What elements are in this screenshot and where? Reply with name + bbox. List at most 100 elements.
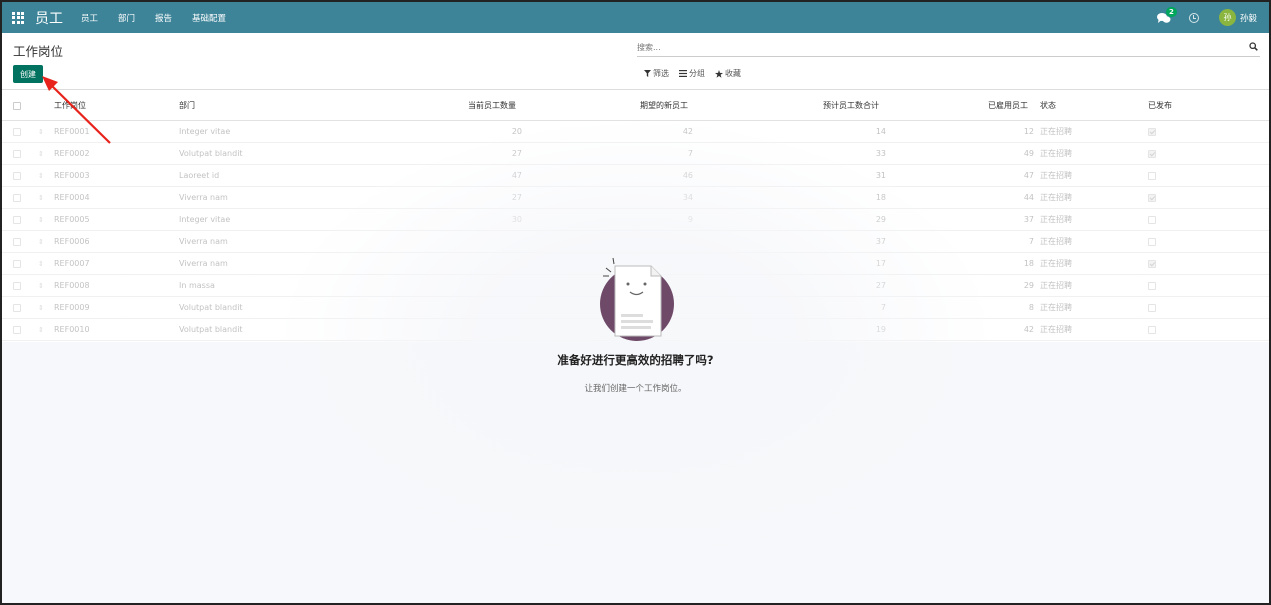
header-department[interactable]: 部门: [179, 91, 195, 120]
header-hired[interactable]: 已雇用员工: [942, 91, 1028, 120]
header-state[interactable]: 状态: [1040, 91, 1056, 120]
state-cell: 正在招聘: [1040, 149, 1072, 158]
header-expected-new[interactable]: 期望的新员工: [562, 91, 688, 120]
job-name-cell: REF0003: [54, 171, 90, 180]
helper-subtitle: 让我们创建一个工作岗位。: [584, 384, 687, 394]
user-avatar[interactable]: 孙: [1218, 9, 1236, 26]
hired-cell: 12: [1023, 127, 1034, 136]
navbar-systray: 2 孙 孙毅: [1156, 2, 1269, 33]
table-row[interactable]: ⇕ REF0003 Laoreet id 47 46 31 47 正在招聘: [2, 165, 1269, 187]
table-row[interactable]: ⇕ REF0001 Integer vitae 20 42 14 12 正在招聘: [2, 121, 1269, 143]
drag-handle-icon[interactable]: ⇕: [38, 187, 44, 208]
search-options: 筛选 分组 收藏: [644, 68, 751, 79]
star-icon: [715, 69, 723, 78]
menu-configuration[interactable]: 基础配置: [192, 12, 226, 24]
state-cell: 正在招聘: [1040, 193, 1072, 202]
published-checkbox[interactable]: [1148, 127, 1156, 136]
current-employees-cell: 47: [511, 171, 522, 180]
activity-clock-icon[interactable]: [1188, 12, 1199, 23]
drag-handle-icon[interactable]: ⇕: [38, 209, 44, 230]
row-select-cell: [13, 121, 21, 142]
total-forecast-cell: 29: [875, 215, 886, 224]
published-cell: [1148, 165, 1156, 186]
create-button[interactable]: 创建: [13, 65, 43, 83]
header-published[interactable]: 已发布: [1148, 91, 1172, 120]
row-checkbox[interactable]: [13, 215, 21, 224]
chat-icon[interactable]: 2: [1156, 6, 1177, 24]
total-forecast-cell: 33: [875, 149, 886, 158]
search-icon[interactable]: [1249, 42, 1258, 51]
published-checkbox[interactable]: [1148, 149, 1156, 158]
control-panel: 工作岗位 创建 筛选 分组 收藏: [2, 33, 1269, 90]
row-checkbox[interactable]: [13, 171, 21, 180]
job-name-cell: REF0002: [54, 149, 90, 158]
favorites-toggle[interactable]: 收藏: [715, 68, 741, 79]
published-cell: [1148, 187, 1156, 208]
empty-state-helper: 准备好进行更高效的招聘了吗? 让我们创建一个工作岗位。: [2, 254, 1269, 394]
header-total-forecast[interactable]: 预计员工数合计: [762, 91, 879, 120]
list-icon: [679, 70, 687, 77]
select-all-checkbox[interactable]: [13, 101, 21, 110]
department-cell: Viverra nam: [179, 237, 228, 246]
department-cell: Integer vitae: [179, 127, 231, 136]
department-cell: Laoreet id: [179, 171, 220, 180]
search-input[interactable]: [637, 39, 1217, 55]
groupby-toggle[interactable]: 分组: [679, 68, 705, 79]
select-all-cell: [13, 91, 21, 120]
row-select-cell: [13, 231, 21, 252]
state-cell: 正在招聘: [1040, 215, 1072, 224]
department-cell: Integer vitae: [179, 215, 231, 224]
state-cell: 正在招聘: [1040, 127, 1072, 136]
row-select-cell: [13, 143, 21, 164]
row-checkbox[interactable]: [13, 127, 21, 136]
row-checkbox[interactable]: [13, 149, 21, 158]
total-forecast-cell: 14: [875, 127, 886, 136]
state-cell: 正在招聘: [1040, 171, 1072, 180]
published-checkbox[interactable]: [1148, 215, 1156, 224]
published-cell: [1148, 121, 1156, 142]
hired-cell: 44: [1023, 193, 1034, 202]
row-checkbox[interactable]: [13, 193, 21, 202]
current-employees-cell: 27: [511, 193, 522, 202]
table-row[interactable]: ⇕ REF0006 Viverra nam 37 7 正在招聘: [2, 231, 1269, 253]
chat-count-badge: 2: [1165, 6, 1177, 17]
current-employees-cell: 27: [511, 149, 522, 158]
filters-label: 筛选: [653, 69, 669, 78]
header-current-employees[interactable]: 当前员工数量: [402, 91, 516, 120]
apps-grid-icon[interactable]: [12, 11, 24, 24]
row-select-cell: [13, 165, 21, 186]
header-job-position[interactable]: 工作岗位: [54, 91, 86, 120]
top-navbar: 员工 员工 部门 报告 基础配置 2 孙 孙毅: [2, 2, 1269, 33]
drag-handle-icon[interactable]: ⇕: [38, 231, 44, 252]
row-checkbox[interactable]: [13, 237, 21, 246]
document-smile-icon: [599, 257, 674, 341]
current-employees-cell: 30: [511, 215, 522, 224]
published-checkbox[interactable]: [1148, 171, 1156, 180]
drag-handle-icon[interactable]: ⇕: [38, 121, 44, 142]
published-checkbox[interactable]: [1148, 237, 1156, 246]
job-name-cell: REF0006: [54, 237, 90, 246]
user-name[interactable]: 孙毅: [1240, 12, 1257, 24]
hired-cell: 37: [1023, 215, 1034, 224]
app-title[interactable]: 员工: [35, 8, 63, 28]
drag-handle-icon[interactable]: ⇕: [38, 143, 44, 164]
current-employees-cell: [402, 231, 522, 252]
table-row[interactable]: ⇕ REF0004 Viverra nam 27 34 18 44 正在招聘: [2, 187, 1269, 209]
filters-toggle[interactable]: 筛选: [644, 68, 669, 79]
menu-reports[interactable]: 报告: [155, 12, 172, 24]
published-cell: [1148, 209, 1156, 230]
menu-departments[interactable]: 部门: [118, 12, 135, 24]
hired-cell: 47: [1023, 171, 1034, 180]
expected-new-cell: 34: [682, 193, 693, 202]
table-row[interactable]: ⇕ REF0005 Integer vitae 30 9 29 37 正在招聘: [2, 209, 1269, 231]
filter-icon: [644, 70, 651, 77]
published-checkbox[interactable]: [1148, 193, 1156, 202]
drag-handle-icon[interactable]: ⇕: [38, 165, 44, 186]
table-row[interactable]: ⇕ REF0002 Volutpat blandit 27 7 33 49 正在招聘: [2, 143, 1269, 165]
expected-new-cell: [562, 231, 693, 252]
total-forecast-cell: 31: [875, 171, 886, 180]
job-name-cell: REF0001: [54, 127, 90, 136]
helper-title: 准备好进行更高效的招聘了吗?: [557, 353, 714, 367]
published-cell: [1148, 143, 1156, 164]
menu-employees[interactable]: 员工: [81, 12, 98, 24]
